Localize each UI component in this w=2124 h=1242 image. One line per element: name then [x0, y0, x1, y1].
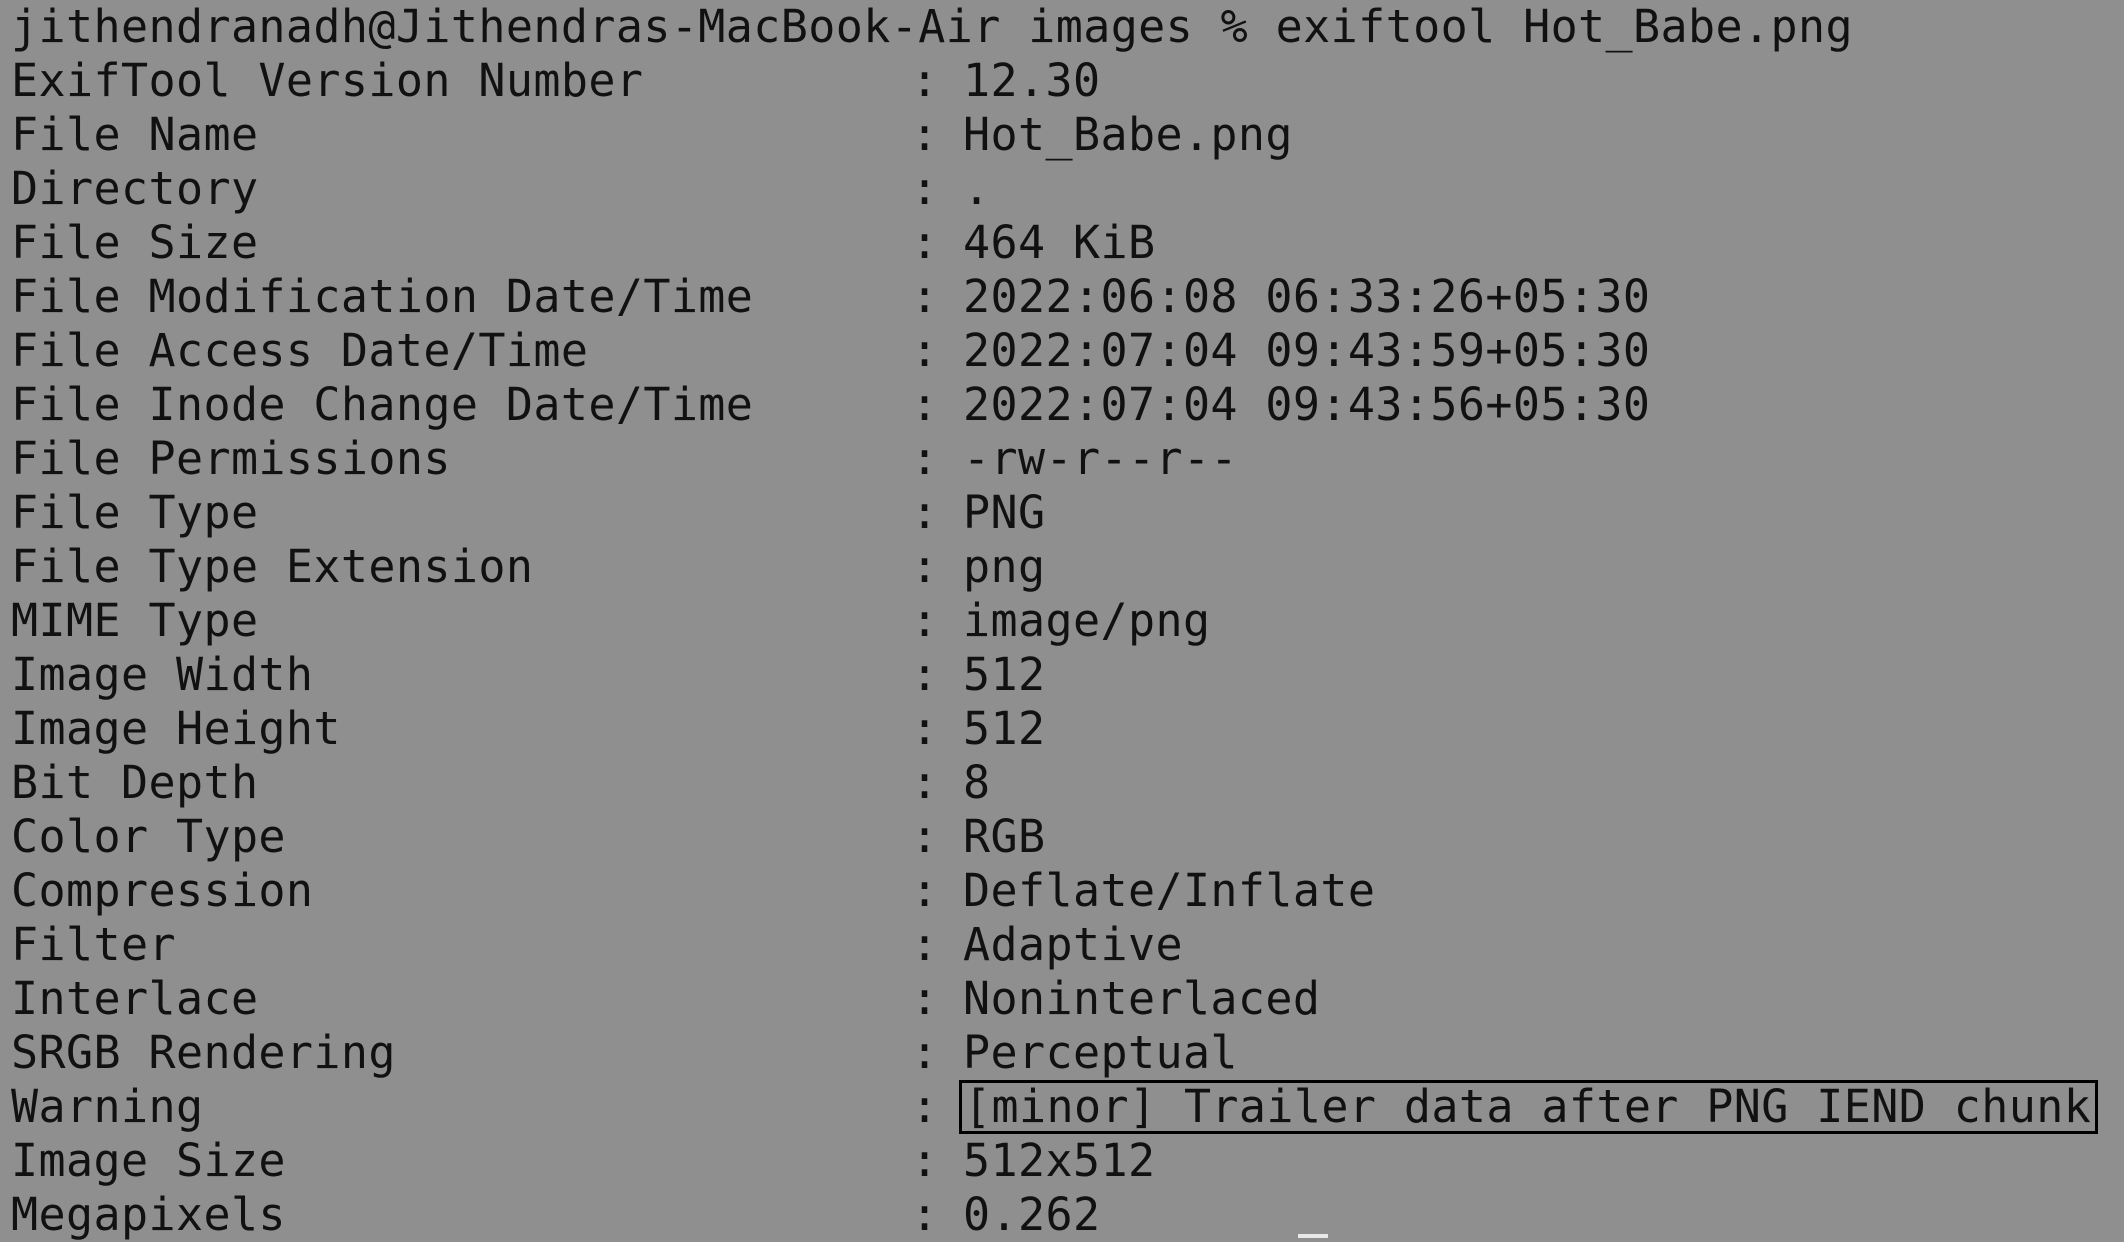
exif-row-mime-type: MIME Type : image/png [11, 594, 2111, 648]
exif-row-bit-depth: Bit Depth : 8 [11, 756, 2111, 810]
exif-separator: : [911, 324, 939, 377]
exif-separator: : [911, 594, 939, 647]
exif-value: RGB [963, 810, 1046, 863]
terminal-window[interactable]: jithendranadh@Jithendras-MacBook-Air ima… [0, 0, 2124, 1242]
exif-value: image/png [963, 594, 1211, 647]
exif-value: 2022:07:04 09:43:56+05:30 [963, 378, 1651, 431]
exif-separator: : [911, 432, 939, 485]
exif-tag: Warning [11, 1080, 204, 1133]
exif-tag: Color Type [11, 810, 286, 863]
exif-value: 512 [963, 702, 1046, 755]
exif-row-file-access-date: File Access Date/Time : 2022:07:04 09:43… [11, 324, 2111, 378]
exif-tag: Directory [11, 162, 259, 215]
exif-tag: File Name [11, 108, 259, 161]
exif-separator: : [911, 108, 939, 161]
exif-row-interlace: Interlace : Noninterlaced [11, 972, 2111, 1026]
exif-tag: Megapixels [11, 1188, 286, 1241]
exif-row-color-type: Color Type : RGB [11, 810, 2111, 864]
exif-value: PNG [963, 486, 1046, 539]
exif-row-file-type-extension: File Type Extension : png [11, 540, 2111, 594]
exif-row-file-permissions: File Permissions : -rw-r--r-- [11, 432, 2111, 486]
exif-separator: : [911, 378, 939, 431]
exif-value: png [963, 540, 1046, 593]
exif-row-directory: Directory : . [11, 162, 2111, 216]
exif-separator: : [911, 648, 939, 701]
command-prompt-line: jithendranadh@Jithendras-MacBook-Air ima… [11, 0, 1853, 53]
exif-separator: : [911, 540, 939, 593]
exif-separator: : [911, 702, 939, 755]
exif-tag: Image Width [11, 648, 314, 701]
exif-tag: Bit Depth [11, 756, 259, 809]
exif-value: Deflate/Inflate [963, 864, 1376, 917]
exif-row-srgb-rendering: SRGB Rendering : Perceptual [11, 1026, 2111, 1080]
exif-value: 464 KiB [963, 216, 1156, 269]
exif-value: 2022:07:04 09:43:59+05:30 [963, 324, 1651, 377]
exif-value: 512 [963, 648, 1046, 701]
exif-tag: ExifTool Version Number [11, 54, 644, 107]
exif-row-exiftool-version: ExifTool Version Number : 12.30 [11, 54, 2111, 108]
exif-value: . [963, 162, 991, 215]
exif-tag: File Permissions [11, 432, 451, 485]
exif-row-image-size: Image Size : 512x512 [11, 1134, 2111, 1188]
exif-tag: Image Size [11, 1134, 286, 1187]
exif-value: 2022:06:08 06:33:26+05:30 [963, 270, 1651, 323]
exif-tag: SRGB Rendering [11, 1026, 396, 1079]
exif-tag: File Access Date/Time [11, 324, 589, 377]
exif-tag: Image Height [11, 702, 341, 755]
exif-value: -rw-r--r-- [963, 432, 1238, 485]
exif-value: Noninterlaced [963, 972, 1321, 1025]
exif-separator: : [911, 972, 939, 1025]
exif-tag: Interlace [11, 972, 259, 1025]
exif-row-filter: Filter : Adaptive [11, 918, 2111, 972]
exif-row-file-size: File Size : 464 KiB [11, 216, 2111, 270]
exif-separator: : [911, 918, 939, 971]
exif-value: 0.262 [963, 1188, 1101, 1241]
exif-tag: File Type Extension [11, 540, 534, 593]
exif-value: Adaptive [963, 918, 1183, 971]
exif-separator: : [911, 756, 939, 809]
text-cursor [1298, 1234, 1328, 1238]
exif-separator: : [911, 486, 939, 539]
exif-separator: : [911, 810, 939, 863]
exif-tag: File Inode Change Date/Time [11, 378, 754, 431]
exif-separator: : [911, 1188, 939, 1241]
exif-separator: : [911, 270, 939, 323]
exif-row-file-type: File Type : PNG [11, 486, 2111, 540]
exif-separator: : [911, 1026, 939, 1079]
exif-value: Hot_Babe.png [963, 108, 1293, 161]
exif-tag: File Modification Date/Time [11, 270, 754, 323]
exif-row-image-height: Image Height : 512 [11, 702, 2111, 756]
exif-separator: : [911, 216, 939, 269]
exif-tag: File Type [11, 486, 259, 539]
exif-row-image-width: Image Width : 512 [11, 648, 2111, 702]
exif-separator: : [911, 1134, 939, 1187]
exif-value: Perceptual [963, 1026, 1238, 1079]
exif-row-file-inode-change-date: File Inode Change Date/Time : 2022:07:04… [11, 378, 2111, 432]
exif-tag: MIME Type [11, 594, 259, 647]
exif-tag: Compression [11, 864, 314, 917]
exif-row-file-name: File Name : Hot_Babe.png [11, 108, 2111, 162]
exif-separator: : [911, 54, 939, 107]
exif-row-compression: Compression : Deflate/Inflate [11, 864, 2111, 918]
exif-separator: : [911, 1080, 939, 1133]
exif-value: 8 [963, 756, 991, 809]
exif-row-warning: Warning : [minor] Trailer data after PNG… [11, 1080, 2111, 1134]
exif-row-megapixels: Megapixels : 0.262 [11, 1188, 2111, 1242]
exif-separator: : [911, 162, 939, 215]
warning-highlight-box: [minor] Trailer data after PNG IEND chun… [959, 1080, 2099, 1134]
exif-row-file-modification-date: File Modification Date/Time : 2022:06:08… [11, 270, 2111, 324]
exif-separator: : [911, 864, 939, 917]
exif-value: 512x512 [963, 1134, 1156, 1187]
exif-tag: File Size [11, 216, 259, 269]
exif-tag: Filter [11, 918, 176, 971]
exif-value: 12.30 [963, 54, 1101, 107]
